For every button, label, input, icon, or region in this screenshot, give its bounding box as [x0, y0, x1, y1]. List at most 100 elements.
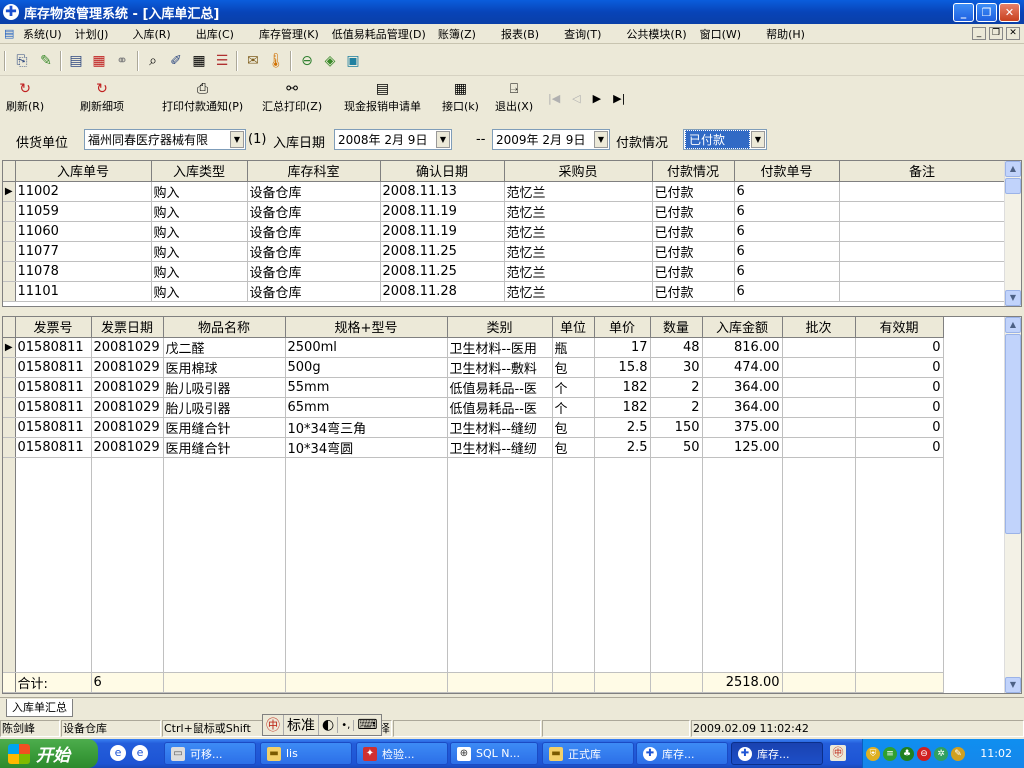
col-batch[interactable]: 批次: [782, 317, 856, 338]
print-notice-button[interactable]: ⎙ 打印付款通知(P): [162, 81, 243, 114]
task-inventory-2[interactable]: ✚ 库存...: [731, 742, 823, 765]
col-payment-status[interactable]: 付款情况: [652, 161, 735, 182]
table-row[interactable]: 01580811 20081029 医用棉球 500g 卫生材料--敷料包 15.8 30 4…: [3, 357, 944, 378]
col-unit[interactable]: 单位: [552, 317, 595, 338]
minimize-button[interactable]: _: [953, 3, 974, 22]
last-record-icon[interactable]: ▶|: [613, 92, 625, 105]
scroll-down-icon[interactable]: ▼: [1005, 290, 1021, 306]
task-lab[interactable]: ✦ 检验...: [356, 742, 448, 765]
link-icon[interactable]: ⚭: [112, 51, 132, 71]
menu-ledger[interactable]: 账簿(Z): [438, 26, 476, 42]
ime-mode[interactable]: 标准: [284, 715, 319, 735]
book-icon[interactable]: ◈: [320, 51, 340, 71]
open-icon[interactable]: ⎘: [12, 51, 32, 71]
menu-plan[interactable]: 计划(J): [75, 26, 109, 42]
menu-window[interactable]: 窗口(W): [700, 26, 741, 42]
table-row[interactable]: 11078 购入 设备仓库 2008.11.25 范忆兰 已付款 6: [3, 261, 1006, 282]
plant-icon[interactable]: ♣: [900, 746, 914, 761]
keyboard-icon[interactable]: ⌨: [354, 717, 380, 733]
search-icon[interactable]: ⌕: [143, 51, 163, 71]
chevron-down-icon[interactable]: ▼: [230, 131, 244, 148]
shield-icon[interactable]: ⛨: [866, 746, 880, 761]
table-row[interactable]: 01580811 20081029 医用缝合针 10*34弯圆 卫生材料--缝纫包 2.5…: [3, 437, 944, 458]
col-buyer[interactable]: 采购员: [504, 161, 653, 182]
scroll-down-icon[interactable]: ▼: [1005, 677, 1021, 693]
cash-request-button[interactable]: ▤ 现金报销申请单: [344, 81, 421, 114]
chevron-down-icon[interactable]: ▼: [751, 131, 765, 148]
col-category[interactable]: 类别: [447, 317, 553, 338]
col-quantity[interactable]: 数量: [650, 317, 703, 338]
detail-grid-scrollbar[interactable]: ▲ ▼: [1004, 317, 1021, 693]
payment-select[interactable]: 已付款 ▼: [683, 129, 767, 150]
col-receipt-type[interactable]: 入库类型: [151, 161, 248, 182]
table-row[interactable]: 11077 购入 设备仓库 2008.11.25 范忆兰 已付款 6: [3, 241, 1006, 262]
edit-icon[interactable]: ✐: [166, 51, 186, 71]
table-row[interactable]: 01580811 20081029 医用缝合针 10*34弯三角 卫生材料--缝纫包 2.…: [3, 417, 944, 438]
pen-icon[interactable]: ✎: [951, 746, 965, 761]
table-row[interactable]: 11059 购入 设备仓库 2008.11.19 范忆兰 已付款 6: [3, 201, 1006, 222]
restore-button[interactable]: ❐: [976, 3, 997, 22]
col-item-name[interactable]: 物品名称: [163, 317, 286, 338]
exit-button[interactable]: ⍈ 退出(X): [495, 81, 533, 114]
task-formal-db[interactable]: ▬ 正式库: [542, 742, 634, 765]
print-summary-button[interactable]: ⚯ 汇总打印(Z): [262, 81, 322, 114]
col-amount[interactable]: 入库金额: [702, 317, 783, 338]
supplier-select[interactable]: 福州同春医疗器械有限 ▼: [84, 129, 246, 150]
next-record-icon[interactable]: ▶: [593, 92, 601, 105]
stop-icon[interactable]: ⊖: [917, 746, 931, 761]
ie-icon[interactable]: e: [110, 745, 126, 761]
col-unit-price[interactable]: 单价: [594, 317, 651, 338]
task-removable[interactable]: ▭ 可移...: [164, 742, 256, 765]
first-record-icon[interactable]: |◀: [548, 92, 560, 105]
col-expiry[interactable]: 有效期: [855, 317, 944, 338]
mdi-close-button[interactable]: ✕: [1006, 27, 1020, 40]
network-icon[interactable]: ≡: [883, 746, 897, 761]
table-row[interactable]: 11101 购入 设备仓库 2008.11.28 范忆兰 已付款 6: [3, 281, 1006, 302]
menu-inventory[interactable]: 库存管理(K): [259, 26, 319, 42]
menu-help[interactable]: 帮助(H): [766, 26, 805, 42]
table-row[interactable]: 01580811 20081029 胎儿吸引器 65mm 低值易耗品--医个 182 2 36…: [3, 397, 944, 418]
table-row[interactable]: 01580811 20081029 胎儿吸引器 55mm 低值易耗品--医个 182 2 36…: [3, 377, 944, 398]
document-icon[interactable]: ▤: [66, 51, 86, 71]
task-sql[interactable]: ⊕ SQL N...: [450, 742, 538, 765]
thermometer-icon[interactable]: 🌡: [266, 51, 286, 71]
refresh-detail-button[interactable]: ↻ 刷新细项: [80, 81, 124, 114]
tab-receipt-summary[interactable]: 入库单汇总: [6, 699, 73, 717]
ime-logo-icon[interactable]: ㊥: [263, 715, 284, 735]
calc-icon[interactable]: ▣: [343, 51, 363, 71]
save-icon[interactable]: ✎: [36, 51, 56, 71]
outlook-icon[interactable]: e: [132, 745, 148, 761]
chevron-down-icon[interactable]: ▼: [594, 131, 608, 148]
start-button[interactable]: 开始: [0, 739, 98, 768]
scroll-up-icon[interactable]: ▲: [1005, 161, 1021, 177]
bag-icon[interactable]: ✉: [243, 51, 263, 71]
col-spec-model[interactable]: 规格+型号: [285, 317, 448, 338]
close-button[interactable]: ✕: [999, 3, 1020, 22]
export-icon[interactable]: ▦: [89, 51, 109, 71]
system-menu-icon[interactable]: ▤: [4, 27, 20, 40]
mdi-restore-button[interactable]: ❐: [989, 27, 1003, 40]
task-inventory-1[interactable]: ✚ 库存...: [636, 742, 728, 765]
grid-icon[interactable]: ▦: [189, 51, 209, 71]
circle-icon[interactable]: ⊖: [297, 51, 317, 71]
col-receipt-no[interactable]: 入库单号: [15, 161, 152, 182]
task-lis[interactable]: ▬ lis: [260, 742, 352, 765]
scroll-up-icon[interactable]: ▲: [1005, 317, 1021, 333]
col-invoice-date[interactable]: 发票日期: [91, 317, 164, 338]
menu-report[interactable]: 报表(B): [501, 26, 539, 42]
mdi-minimize-button[interactable]: _: [972, 27, 986, 40]
menu-common[interactable]: 公共模块(R): [626, 26, 686, 42]
menu-system[interactable]: 系统(U): [23, 26, 62, 42]
menu-query[interactable]: 查询(T): [564, 26, 601, 42]
menu-inbound[interactable]: 入库(R): [132, 26, 170, 42]
list-icon[interactable]: ☰: [212, 51, 232, 71]
punctuation-icon[interactable]: •,: [338, 719, 355, 731]
table-row[interactable]: ▶ 01580811 20081029 戊二醛 2500ml 卫生材料--医用瓶 17 48…: [3, 337, 944, 358]
col-payment-no[interactable]: 付款单号: [734, 161, 840, 182]
receipt-grid-scrollbar[interactable]: ▲ ▼: [1004, 161, 1021, 306]
refresh-button[interactable]: ↻ 刷新(R): [6, 81, 44, 114]
date-from-picker[interactable]: 2008年 2月 9日 ▼: [334, 129, 452, 150]
col-department[interactable]: 库存科室: [247, 161, 381, 182]
table-row[interactable]: 11060 购入 设备仓库 2008.11.19 范忆兰 已付款 6: [3, 221, 1006, 242]
date-to-picker[interactable]: 2009年 2月 9日 ▼: [492, 129, 610, 150]
